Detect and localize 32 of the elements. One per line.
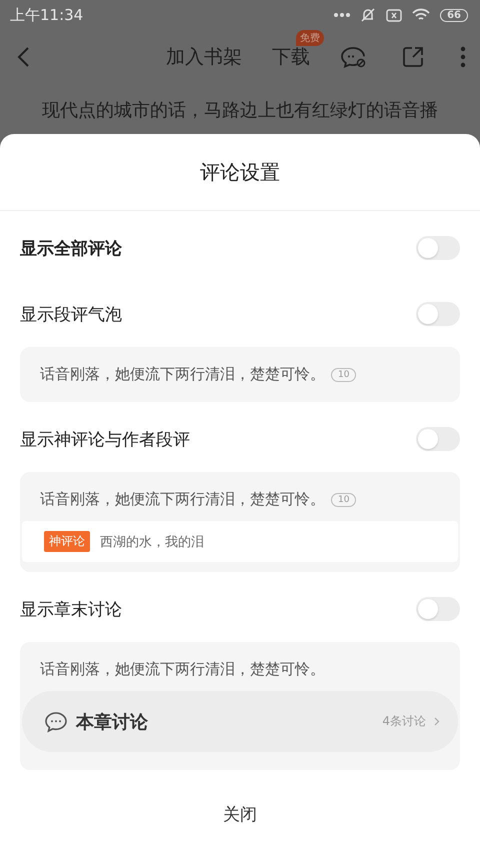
sheet-title: 评论设置 bbox=[0, 134, 480, 211]
wifi-icon bbox=[412, 8, 430, 22]
chat-bubble-icon bbox=[44, 710, 68, 732]
comment-off-button[interactable] bbox=[340, 45, 366, 69]
toggle-switch[interactable] bbox=[416, 302, 460, 326]
close-button[interactable]: 关闭 bbox=[217, 802, 263, 827]
comment-count-bubble: 10 bbox=[331, 492, 356, 506]
preview-text: 话音刚落，她便流下两行清泪，楚楚可怜。 bbox=[40, 365, 325, 384]
free-badge: 免费 bbox=[296, 30, 324, 46]
god-comment-tag: 神评论 bbox=[44, 531, 90, 552]
back-button[interactable] bbox=[16, 46, 30, 68]
reader-text: 现代点的城市的话，马路边上也有红绿灯的语音播 bbox=[41, 99, 439, 122]
battery-level: 66 bbox=[440, 8, 468, 22]
sim-card-icon bbox=[386, 8, 402, 22]
chevron-right-icon bbox=[434, 717, 440, 726]
comment-count-bubble: 10 bbox=[331, 368, 356, 382]
chapter-discussion-button[interactable]: 本章讨论 4条讨论 bbox=[22, 691, 458, 752]
comment-text: 西湖的水，我的泪 bbox=[100, 534, 204, 550]
setting-label: 显示段评气泡 bbox=[20, 304, 122, 326]
toggle-switch[interactable] bbox=[416, 427, 460, 451]
setting-label: 显示全部评论 bbox=[20, 238, 122, 260]
muted-bell-icon bbox=[360, 7, 376, 23]
toggle-switch[interactable] bbox=[416, 236, 460, 260]
preview-text: 话音刚落，她便流下两行清泪，楚楚可怜。 bbox=[40, 660, 325, 679]
setting-label: 显示神评论与作者段评 bbox=[20, 428, 190, 450]
setting-label: 显示章末讨论 bbox=[20, 598, 122, 620]
status-time: 上午11:34 bbox=[10, 6, 84, 24]
toggle-switch[interactable] bbox=[416, 597, 460, 621]
share-button[interactable] bbox=[402, 46, 424, 68]
more-menu-button[interactable] bbox=[460, 46, 466, 68]
more-dots-icon bbox=[334, 13, 350, 17]
preview-text: 话音刚落，她便流下两行清泪，楚楚可怜。 bbox=[40, 490, 325, 509]
